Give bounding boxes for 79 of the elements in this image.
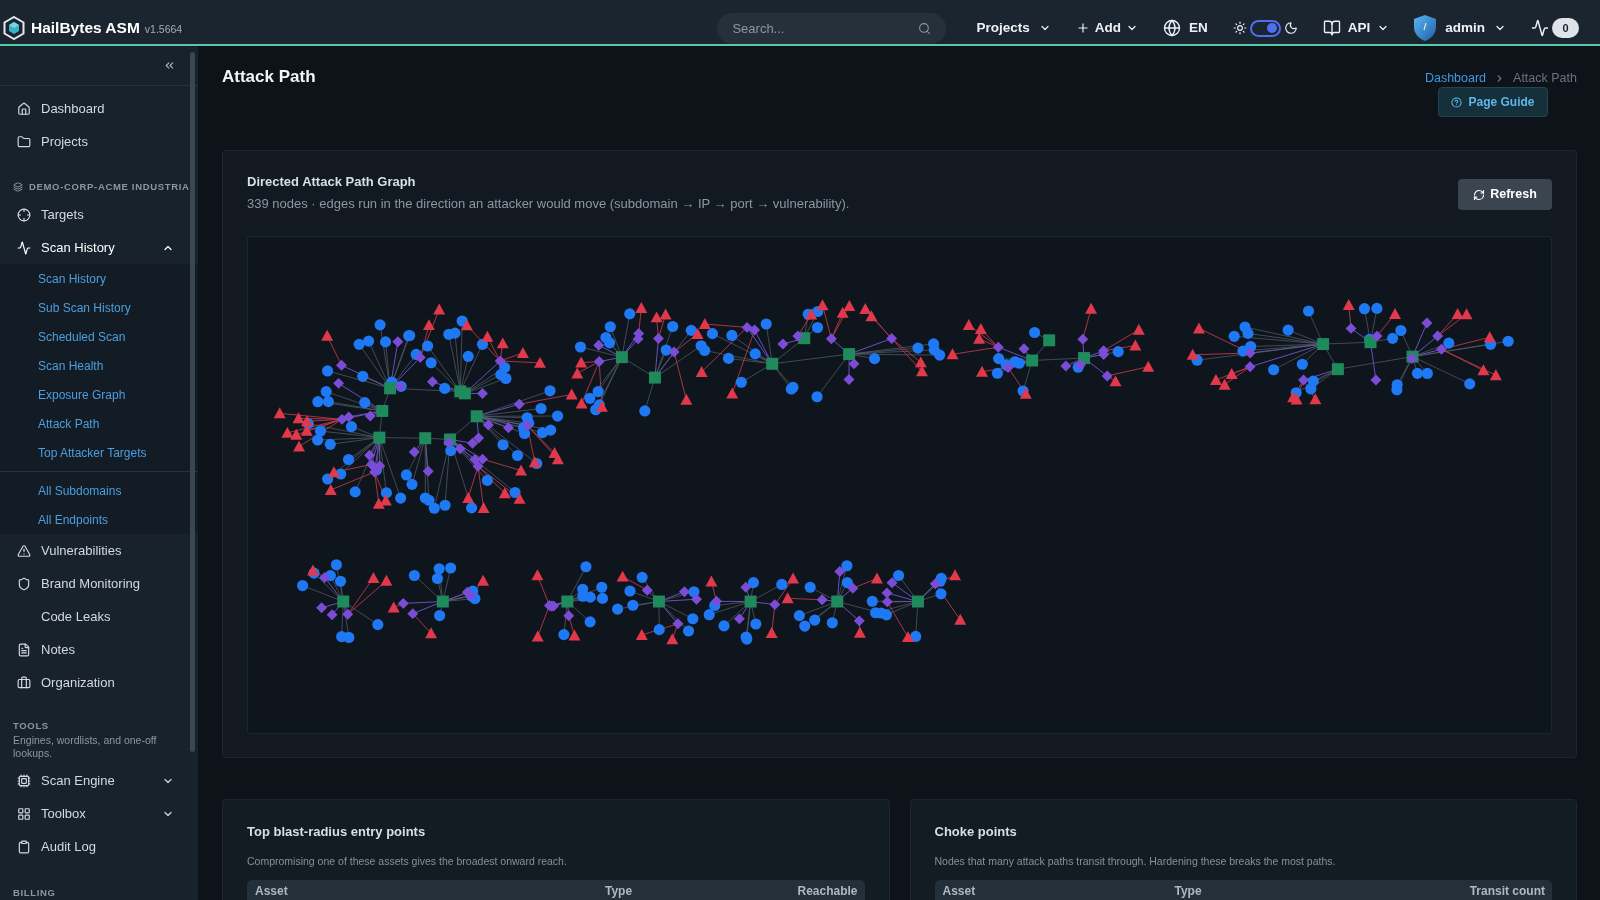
section-heading: TOOLS — [13, 718, 49, 733]
column-header[interactable]: Reachable — [797, 884, 858, 900]
home-icon — [17, 101, 31, 116]
submenu-link[interactable]: Exposure Graph — [0, 380, 198, 409]
logo-icon — [3, 16, 25, 40]
card-subtitle: 339 nodes · edges run in the direction an attacker would move (subdomain → IP → port → vulnerability). — [247, 195, 850, 213]
section-description: Engines, wordlists, and one-off lookups. — [13, 734, 158, 760]
sidebar-item[interactable]: Code Leaks — [0, 600, 198, 633]
globe-icon — [1162, 19, 1181, 37]
language-button[interactable]: EN — [1162, 17, 1208, 39]
card-title: Top blast-radius entry points — [247, 824, 427, 840]
user-menu-button[interactable]: admin — [1414, 15, 1506, 41]
card-description: Compromising one of these assets gives the broadest onward reach. — [247, 854, 568, 868]
page-guide-button[interactable]: Page Guide — [1438, 87, 1548, 117]
brand-name: HailBytes ASM — [31, 18, 140, 39]
collapse-icon[interactable] — [163, 59, 176, 72]
column-header[interactable]: Transit count — [1469, 884, 1545, 900]
version-label: v1.5664 — [144, 21, 183, 37]
breadcrumb-current: Attack Path — [1513, 69, 1577, 87]
sidebar-item[interactable]: Targets — [0, 198, 198, 231]
ip-nodes[interactable] — [337, 332, 1419, 608]
activity-count[interactable]: 0 — [1552, 18, 1579, 38]
sidebar-item[interactable]: Dashboard — [0, 92, 198, 125]
help-icon — [1451, 96, 1463, 108]
document-icon — [17, 642, 31, 657]
column-header[interactable]: Type — [1174, 884, 1470, 900]
card-description: Nodes that many attack paths transit through. Hardening these breaks the most paths. — [934, 854, 1337, 868]
layers-icon — [13, 182, 23, 192]
activity-icon[interactable] — [1531, 19, 1549, 37]
warning-icon — [17, 543, 31, 558]
sidebar-item[interactable]: Scan History — [0, 231, 198, 264]
sidebar-item[interactable]: Notes — [0, 633, 198, 666]
submenu-link[interactable]: Scan History — [0, 264, 198, 293]
submenu-link[interactable]: All Endpoints — [0, 505, 198, 534]
scrollbar-thumb[interactable] — [190, 52, 195, 752]
sidebar-item[interactable]: Organization — [0, 666, 198, 699]
port-nodes[interactable] — [316, 317, 1447, 630]
moon-icon — [1283, 21, 1298, 35]
folder-icon — [17, 134, 31, 149]
sidebar-item[interactable]: Audit Log — [0, 830, 198, 863]
briefcase-icon — [17, 675, 31, 690]
submenu-link[interactable]: Scan Health — [0, 351, 198, 380]
chip-icon — [17, 773, 31, 788]
submenu-link[interactable]: Top Attacker Targets — [0, 438, 198, 467]
add-menu-button[interactable]: Add — [1075, 17, 1138, 39]
crosshair-icon — [17, 207, 31, 222]
sun-icon — [1232, 21, 1247, 35]
breadcrumb-link[interactable]: Dashboard — [1424, 68, 1487, 88]
submenu-link[interactable]: All Subdomains — [0, 476, 198, 505]
shield-icon — [17, 576, 31, 591]
submenu-link[interactable]: Scheduled Scan — [0, 322, 198, 351]
shield-avatar-icon — [1414, 15, 1437, 41]
book-icon — [1322, 19, 1341, 37]
column-header[interactable]: Asset — [255, 884, 605, 900]
column-header[interactable]: Asset — [942, 884, 1175, 900]
search-field[interactable]: Search... — [717, 12, 947, 44]
sidebar-item[interactable]: Projects — [0, 125, 198, 158]
page-title: Attack Path — [222, 66, 316, 88]
plus-icon — [1075, 21, 1090, 35]
sidebar-item[interactable]: Toolbox — [0, 797, 198, 830]
projects-menu-button[interactable]: Projects — [976, 17, 1051, 39]
column-header[interactable]: Type — [605, 884, 798, 900]
submenu-link[interactable]: Attack Path — [0, 409, 198, 438]
refresh-button[interactable]: Refresh — [1458, 179, 1552, 210]
search-icon — [918, 21, 932, 35]
clipboard-icon — [17, 839, 31, 854]
section-heading: DEMO-CORP-ACME INDUSTRIA — [29, 179, 190, 194]
theme-toggle[interactable] — [1249, 19, 1281, 37]
sidebar-item[interactable]: Vulnerabilities — [0, 534, 198, 567]
api-menu-button[interactable]: API — [1322, 17, 1390, 39]
sidebar-item[interactable]: Brand Monitoring — [0, 567, 198, 600]
submenu-link[interactable]: Sub Scan History — [0, 293, 198, 322]
pulse-icon — [17, 240, 31, 255]
refresh-icon — [1473, 188, 1486, 201]
card-title: Choke points — [934, 824, 1018, 840]
grid-icon — [17, 806, 31, 821]
section-heading: BILLING — [13, 885, 56, 900]
card-title: Directed Attack Path Graph — [247, 174, 417, 190]
sidebar-item[interactable]: Scan Engine — [0, 764, 198, 797]
